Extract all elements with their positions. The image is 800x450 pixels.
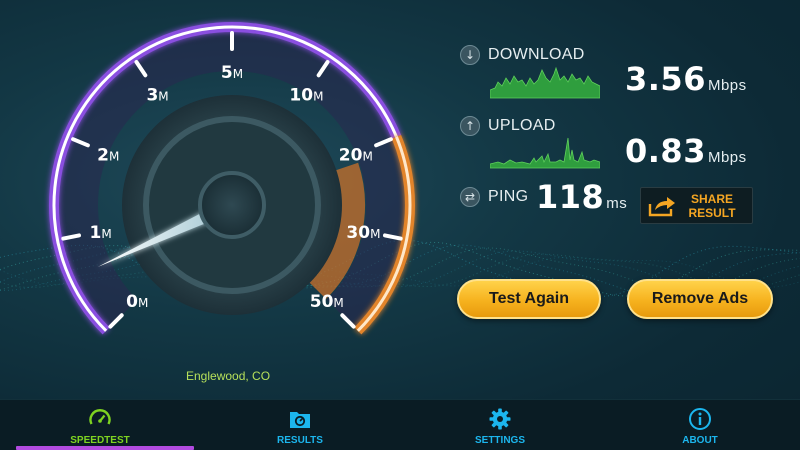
share-arrow-icon <box>648 196 675 216</box>
results-folder-icon <box>290 412 310 428</box>
download-sparkline <box>490 66 600 99</box>
info-icon <box>689 408 711 430</box>
gauge-tick-label: 1M <box>89 223 111 243</box>
upload-sparkline <box>490 137 600 169</box>
gear-icon <box>489 408 511 430</box>
server-location: Englewood, CO <box>186 369 271 383</box>
download-number: 3.56 <box>625 60 706 98</box>
ping-row: ⇄ PING <box>460 177 528 217</box>
download-label: DOWNLOAD <box>488 46 585 63</box>
upload-number: 0.83 <box>625 132 706 170</box>
arrow-up-icon: ↑ <box>460 116 480 136</box>
arrow-down-icon: ↓ <box>460 45 480 65</box>
remove-ads-button[interactable]: Remove Ads <box>627 279 773 319</box>
ping-value: 118 ms <box>536 178 627 216</box>
gauge-tick-label: 2M <box>97 146 119 166</box>
upload-value: 0.83 Mbps <box>625 132 747 170</box>
nav-speedtest-label: SPEEDTEST <box>70 435 130 446</box>
nav-about[interactable]: ABOUT <box>600 400 800 450</box>
nav-about-label: ABOUT <box>682 435 718 446</box>
bottom-nav: SPEEDTEST RESULTS SETTINGS ABOUT <box>0 399 800 450</box>
gauge-tick-label: 0M <box>126 292 148 312</box>
nav-settings[interactable]: SETTINGS <box>400 400 600 450</box>
swap-arrows-icon: ⇄ <box>460 187 480 207</box>
nav-settings-label: SETTINGS <box>474 435 525 446</box>
download-unit: Mbps <box>707 77 747 94</box>
speedtest-app: 0M 1M 2M 3M 5M 10M 20M 30M 50M ↓ DOWNLOAD 3.56 Mb… <box>0 0 800 450</box>
nav-results-label: RESULTS <box>277 435 323 446</box>
ping-number: 118 <box>536 178 605 216</box>
speedometer-icon <box>89 409 111 425</box>
share-result-label: SHARE RESULT <box>688 191 736 220</box>
gauge-hub <box>198 171 266 239</box>
upload-unit: Mbps <box>707 149 747 166</box>
ping-unit: ms <box>606 195 628 212</box>
share-result-button[interactable]: SHARE RESULT <box>640 187 753 224</box>
test-again-button[interactable]: Test Again <box>457 279 601 319</box>
nav-speedtest[interactable]: SPEEDTEST <box>0 400 200 450</box>
nav-active-indicator <box>16 446 194 450</box>
download-value: 3.56 Mbps <box>625 60 747 98</box>
nav-results[interactable]: RESULTS <box>200 400 400 450</box>
ping-label: PING <box>488 188 529 205</box>
speed-gauge: 0M1M2M3M5M10M20M30M50M <box>49 22 415 335</box>
